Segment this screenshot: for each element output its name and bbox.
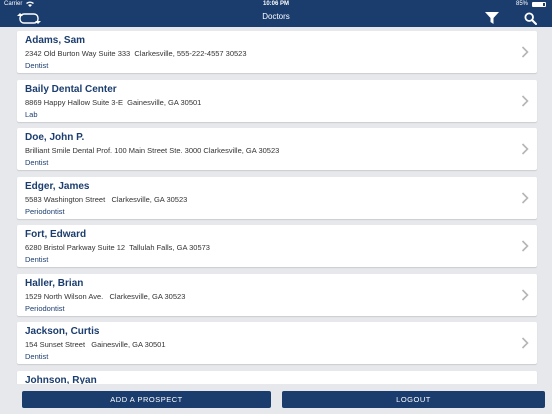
doctor-list-item[interactable]: Doe, John P. Brilliant Smile Dental Prof.…: [17, 128, 537, 170]
chevron-right-icon: [521, 337, 529, 349]
chevron-right-icon: [521, 94, 529, 107]
doctor-address: 6280 Bristol Parkway Suite 12 Tallulah F…: [25, 243, 210, 252]
doctor-type: Dentist: [25, 255, 49, 264]
doctor-list-item[interactable]: Baily Dental Center 8869 Happy Hallow Sui…: [17, 79, 537, 122]
search-icon[interactable]: [524, 12, 537, 25]
doctor-name: Baily Dental Center: [25, 83, 117, 95]
chevron-right-icon: [521, 46, 529, 58]
doctor-name: Adams, Sam: [25, 35, 86, 46]
doctor-address: 5583 Washington Street Clarkesville, GA …: [25, 194, 188, 204]
battery-fill: [533, 3, 544, 6]
doctor-type: Periodontist: [25, 206, 65, 216]
doctor-type: Dentist: [25, 158, 49, 167]
doctor-list[interactable]: Adams, Sam 2342 Old Burton Way Suite 333 …: [0, 27, 552, 384]
doctor-list-item[interactable]: Adams, Sam 2342 Old Burton Way Suite 333 …: [17, 31, 537, 73]
battery-icon: [532, 2, 546, 7]
doctor-list-item[interactable]: Haller, Brian 1529 North Wilson Ave. Clar…: [17, 273, 537, 316]
doctor-name: Johnson, Ryan: [25, 374, 97, 385]
doctor-name: Haller, Brian: [25, 277, 84, 289]
doctor-address: 1529 North Wilson Ave. Clarkesville, GA …: [25, 291, 186, 301]
doctor-list-item[interactable]: Fort, Edward 6280 Bristol Parkway Suite 1…: [17, 225, 537, 267]
doctor-address: Brilliant Smile Dental Prof. 100 Main St…: [25, 146, 280, 155]
nav-bar: Doctors: [0, 9, 552, 27]
doctor-type: Dentist: [25, 61, 49, 70]
status-time: 10:06 PM: [262, 1, 289, 7]
doctor-name: Edger, James: [25, 180, 90, 192]
doctor-name: Fort, Edward: [25, 229, 87, 240]
chevron-right-icon: [521, 191, 529, 204]
status-bar: Carrier 10:06 PM 85%: [0, 0, 552, 9]
doctor-address: 2342 Old Burton Way Suite 333 Clarkesvil…: [25, 49, 247, 58]
doctor-type: Lab: [25, 109, 38, 119]
doctor-name: Jackson, Curtis: [25, 326, 100, 337]
chevron-right-icon: [521, 288, 529, 301]
doctor-list-item[interactable]: Johnson, Ryan: [17, 370, 537, 385]
doctor-list-item[interactable]: Edger, James 5583 Washington Street Clark…: [17, 176, 537, 219]
add-prospect-button[interactable]: ADD A PROSPECT: [22, 391, 271, 408]
chevron-right-icon: [521, 240, 529, 252]
bottom-bar: ADD A PROSPECT LOGOUT: [0, 384, 552, 414]
chevron-right-icon: [521, 143, 529, 155]
doctor-list-item[interactable]: Jackson, Curtis 154 Sunset Street Gainesv…: [17, 322, 537, 364]
battery-percent: 85%: [515, 1, 528, 7]
page-title: Doctors: [262, 12, 290, 21]
doctor-type: Periodontist: [25, 303, 65, 313]
doctor-address: 8869 Happy Hallow Suite 3-E Gainesville,…: [25, 97, 202, 107]
filter-icon[interactable]: [485, 12, 499, 24]
doctor-name: Doe, John P.: [25, 132, 85, 143]
doctor-type: Dentist: [25, 352, 49, 361]
logout-button[interactable]: LOGOUT: [282, 391, 545, 408]
doctor-address: 154 Sunset Street Gainesville, GA 30501: [25, 340, 166, 349]
